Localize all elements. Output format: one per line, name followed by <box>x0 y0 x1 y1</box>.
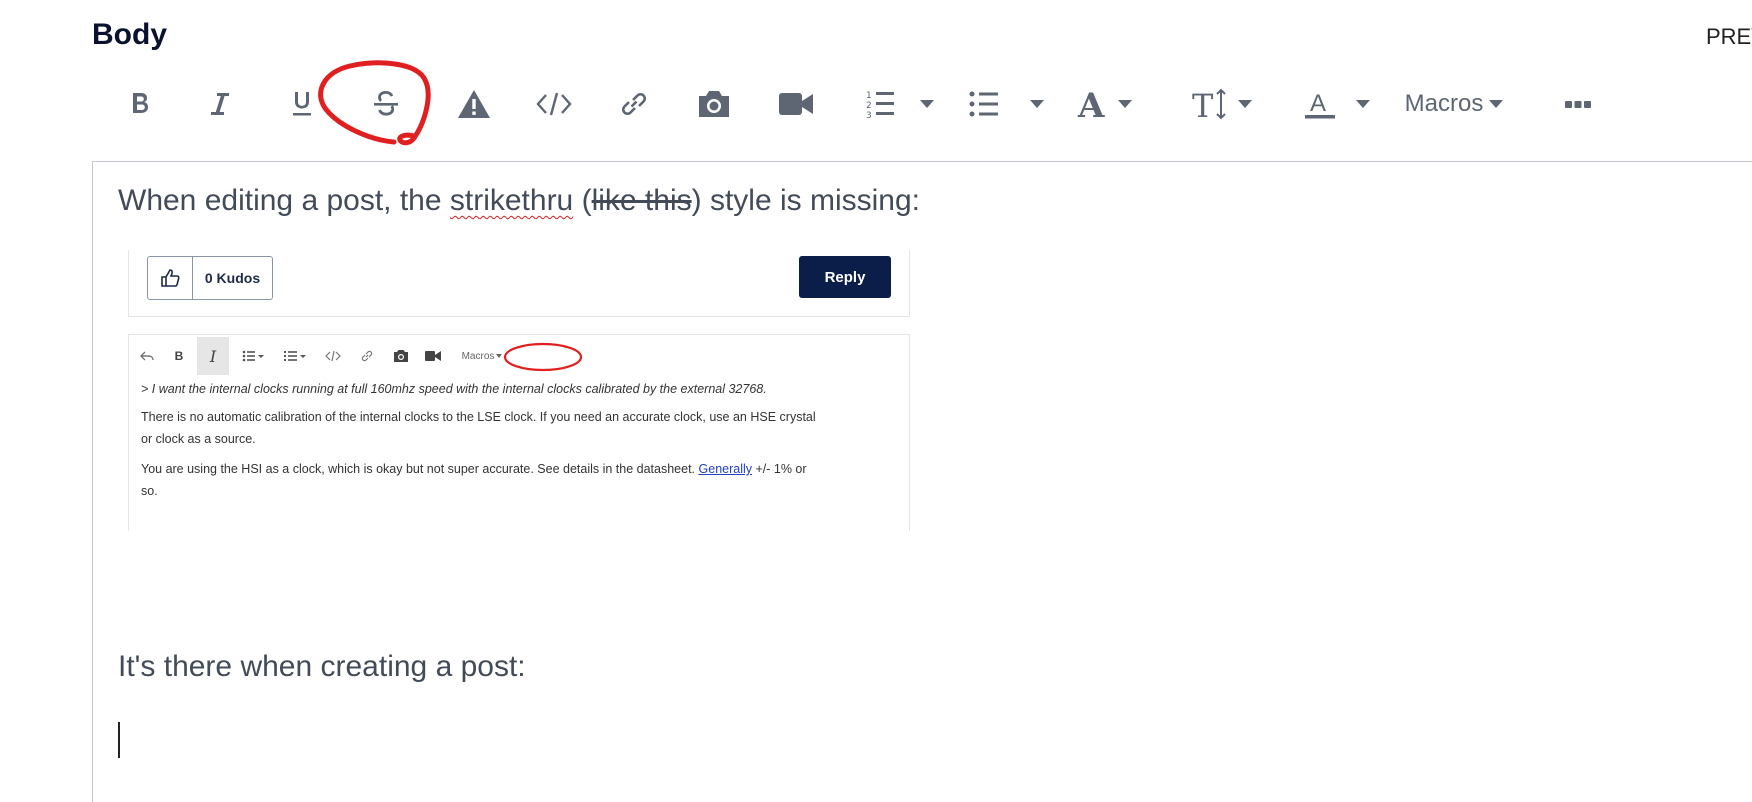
kudos-button: 0 Kudos <box>147 256 273 300</box>
preview-tab[interactable]: PREVIEW <box>1706 24 1752 50</box>
chevron-down-icon <box>1030 100 1044 108</box>
image-button[interactable] <box>690 76 738 132</box>
bullet-list-button[interactable] <box>966 76 1002 132</box>
camera-icon <box>696 89 732 119</box>
ordered-list-dropdown[interactable] <box>916 76 938 132</box>
embedded-quote: > I want the internal clocks running at … <box>141 382 767 396</box>
svg-text:A: A <box>1077 88 1105 120</box>
strikethrough-text: like this <box>591 184 692 217</box>
warning-icon <box>457 89 491 119</box>
embedded-line-1: There is no automatic calibration of the… <box>141 410 816 424</box>
chevron-down-icon <box>1238 100 1252 108</box>
text-color-button[interactable]: A <box>1300 76 1340 132</box>
macros-dropdown[interactable]: Macros <box>1402 76 1506 132</box>
text-size-button[interactable]: T <box>1188 76 1236 132</box>
editor-paragraph-2: It's there when creating a post: <box>118 650 526 683</box>
embedded-video-icon <box>419 337 447 375</box>
embedded-editor: B I Macros > I want the internal clocks … <box>128 334 910 531</box>
italic-icon <box>208 91 232 117</box>
ordered-list-icon: 123 <box>865 89 895 119</box>
thumbs-up-icon <box>148 257 193 299</box>
annotation-circle <box>318 60 431 146</box>
video-button[interactable] <box>772 76 820 132</box>
kudos-reply-bar: 0 Kudos Reply <box>128 250 910 317</box>
chevron-down-icon <box>1356 100 1370 108</box>
code-icon <box>536 91 572 117</box>
embedded-toolbar: B I Macros <box>129 337 649 375</box>
embedded-ordered-list-icon <box>279 337 311 375</box>
bullet-list-icon <box>969 90 999 118</box>
embedded-link-icon <box>353 337 381 375</box>
kudos-count: 0 Kudos <box>204 270 261 286</box>
text-color-dropdown[interactable] <box>1352 76 1374 132</box>
embedded-annotation-circle <box>503 342 583 372</box>
font-family-button[interactable]: A <box>1072 76 1112 132</box>
chevron-down-icon <box>1118 100 1132 108</box>
misspelled-word: strikethru <box>449 184 574 217</box>
font-family-dropdown[interactable] <box>1114 76 1136 132</box>
text-cursor <box>118 722 120 758</box>
svg-text:3: 3 <box>866 111 872 119</box>
embedded-italic-icon: I <box>197 337 229 375</box>
editor-paragraph-1: When editing a post, the strikethru (lik… <box>118 184 920 217</box>
chevron-down-icon <box>920 100 934 108</box>
section-title: Body <box>92 18 167 51</box>
video-icon <box>778 91 814 117</box>
link-icon <box>619 89 649 119</box>
macros-label: Macros <box>1404 90 1484 117</box>
embedded-macros: Macros <box>457 337 507 375</box>
embedded-code-icon <box>319 337 347 375</box>
text-size-icon: T <box>1192 88 1232 120</box>
bullet-list-dropdown[interactable] <box>1026 76 1048 132</box>
svg-text:T: T <box>1192 88 1214 120</box>
embedded-screenshot: 0 Kudos Reply B I Macros > I want the in… <box>126 250 912 531</box>
embedded-bold-icon: B <box>174 349 184 363</box>
svg-text:2: 2 <box>866 101 872 111</box>
embedded-line-3: You are using the HSI as a clock, which … <box>141 462 807 476</box>
embedded-camera-icon <box>387 337 415 375</box>
chevron-down-icon <box>1489 100 1504 108</box>
svg-text:1: 1 <box>866 91 872 101</box>
embedded-line-4: so. <box>141 484 158 498</box>
embedded-bullet-list-icon <box>237 337 269 375</box>
ordered-list-button[interactable]: 123 <box>862 76 898 132</box>
code-button[interactable] <box>530 76 578 132</box>
bold-icon <box>130 91 150 117</box>
more-button[interactable] <box>1558 76 1598 132</box>
link-button[interactable] <box>610 76 658 132</box>
reply-button: Reply <box>799 256 891 298</box>
bold-button[interactable] <box>120 76 160 132</box>
spoiler-button[interactable] <box>450 76 498 132</box>
italic-button[interactable] <box>200 76 240 132</box>
text-size-dropdown[interactable] <box>1236 76 1254 132</box>
undo-icon <box>135 337 159 375</box>
svg-text:A: A <box>1310 90 1326 117</box>
embedded-line-2: or clock as a source. <box>141 432 256 446</box>
font-icon: A <box>1076 88 1108 120</box>
more-icon <box>1564 99 1592 109</box>
text-color-icon: A <box>1304 87 1336 121</box>
